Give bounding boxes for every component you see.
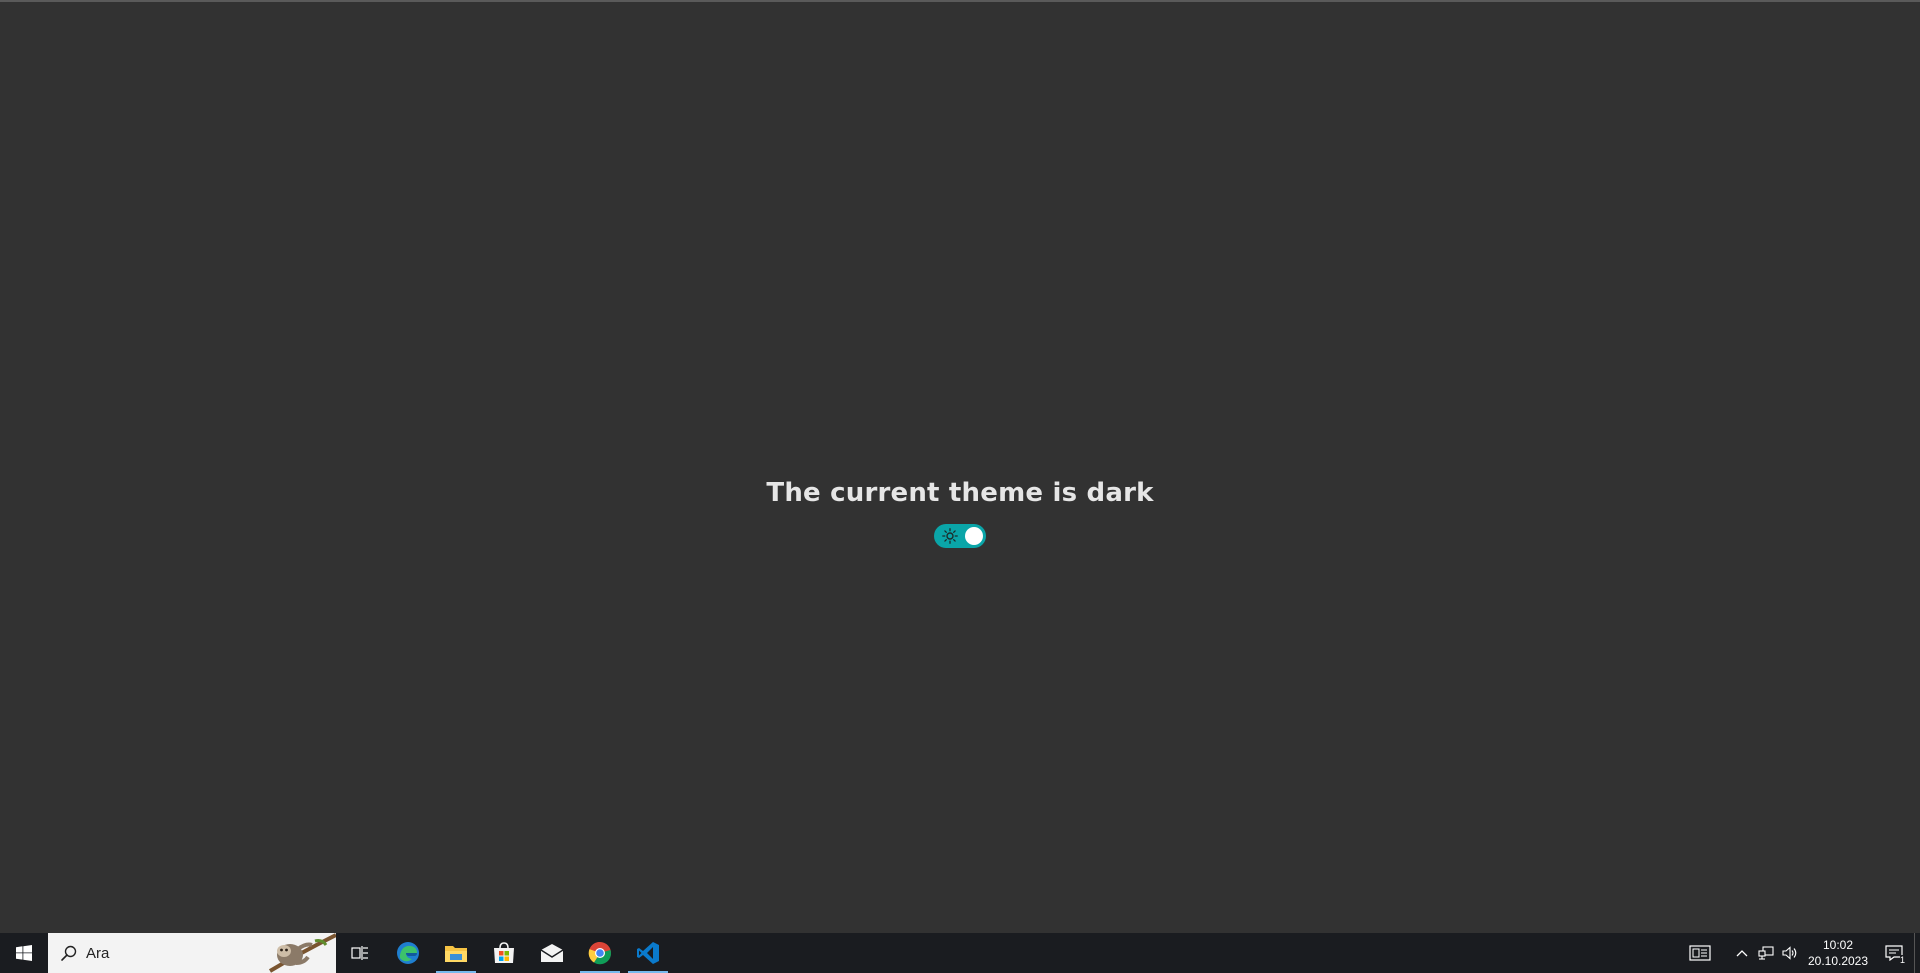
network-icon bbox=[1758, 946, 1774, 960]
chevron-up-icon bbox=[1736, 950, 1748, 957]
store-icon bbox=[494, 942, 514, 963]
vscode-icon bbox=[637, 942, 659, 964]
toggle-knob bbox=[965, 527, 983, 545]
system-tray: 10:02 20.10.2023 1 bbox=[1678, 933, 1920, 973]
network-button[interactable] bbox=[1754, 933, 1778, 973]
mail-icon bbox=[540, 944, 564, 962]
clock[interactable]: 10:02 20.10.2023 bbox=[1802, 937, 1874, 969]
news-button[interactable] bbox=[1678, 933, 1722, 973]
folder-icon bbox=[445, 946, 467, 962]
start-button[interactable] bbox=[0, 933, 48, 973]
taskbar: Ara 10:02 20.10.2023 1 bbox=[0, 933, 1920, 973]
clock-date: 20.10.2023 bbox=[1807, 954, 1869, 968]
edge-icon bbox=[397, 942, 419, 964]
task-view-button[interactable] bbox=[336, 933, 384, 973]
clock-time: 10:02 bbox=[1822, 938, 1854, 952]
search-icon bbox=[61, 945, 77, 961]
page-title: The current theme is dark bbox=[766, 478, 1154, 508]
chrome-icon bbox=[588, 941, 612, 965]
task-view-icon bbox=[351, 946, 368, 960]
action-center-button[interactable]: 1 bbox=[1874, 933, 1914, 973]
volume-button[interactable] bbox=[1778, 933, 1802, 973]
taskbar-app-vscode[interactable] bbox=[624, 933, 672, 973]
taskbar-app-chrome[interactable] bbox=[576, 933, 624, 973]
volume-icon bbox=[1782, 946, 1797, 960]
show-desktop-button[interactable] bbox=[1914, 933, 1920, 973]
notification-count-badge: 1 bbox=[1899, 955, 1905, 965]
theme-panel: The current theme is dark bbox=[0, 474, 1920, 548]
windows-logo-icon bbox=[16, 945, 32, 961]
taskbar-app-mail[interactable] bbox=[528, 933, 576, 973]
sun-icon bbox=[942, 528, 958, 544]
theme-toggle[interactable] bbox=[934, 524, 986, 548]
search-input[interactable]: Ara bbox=[86, 945, 109, 962]
app-page: The current theme is dark bbox=[0, 0, 1920, 933]
taskbar-app-store[interactable] bbox=[480, 933, 528, 973]
show-hidden-icons-button[interactable] bbox=[1730, 933, 1754, 973]
news-icon bbox=[1689, 945, 1711, 961]
search-box[interactable]: Ara bbox=[48, 933, 336, 973]
taskbar-app-file-explorer[interactable] bbox=[432, 933, 480, 973]
taskbar-app-edge[interactable] bbox=[384, 933, 432, 973]
sloth-illustration bbox=[268, 933, 336, 973]
